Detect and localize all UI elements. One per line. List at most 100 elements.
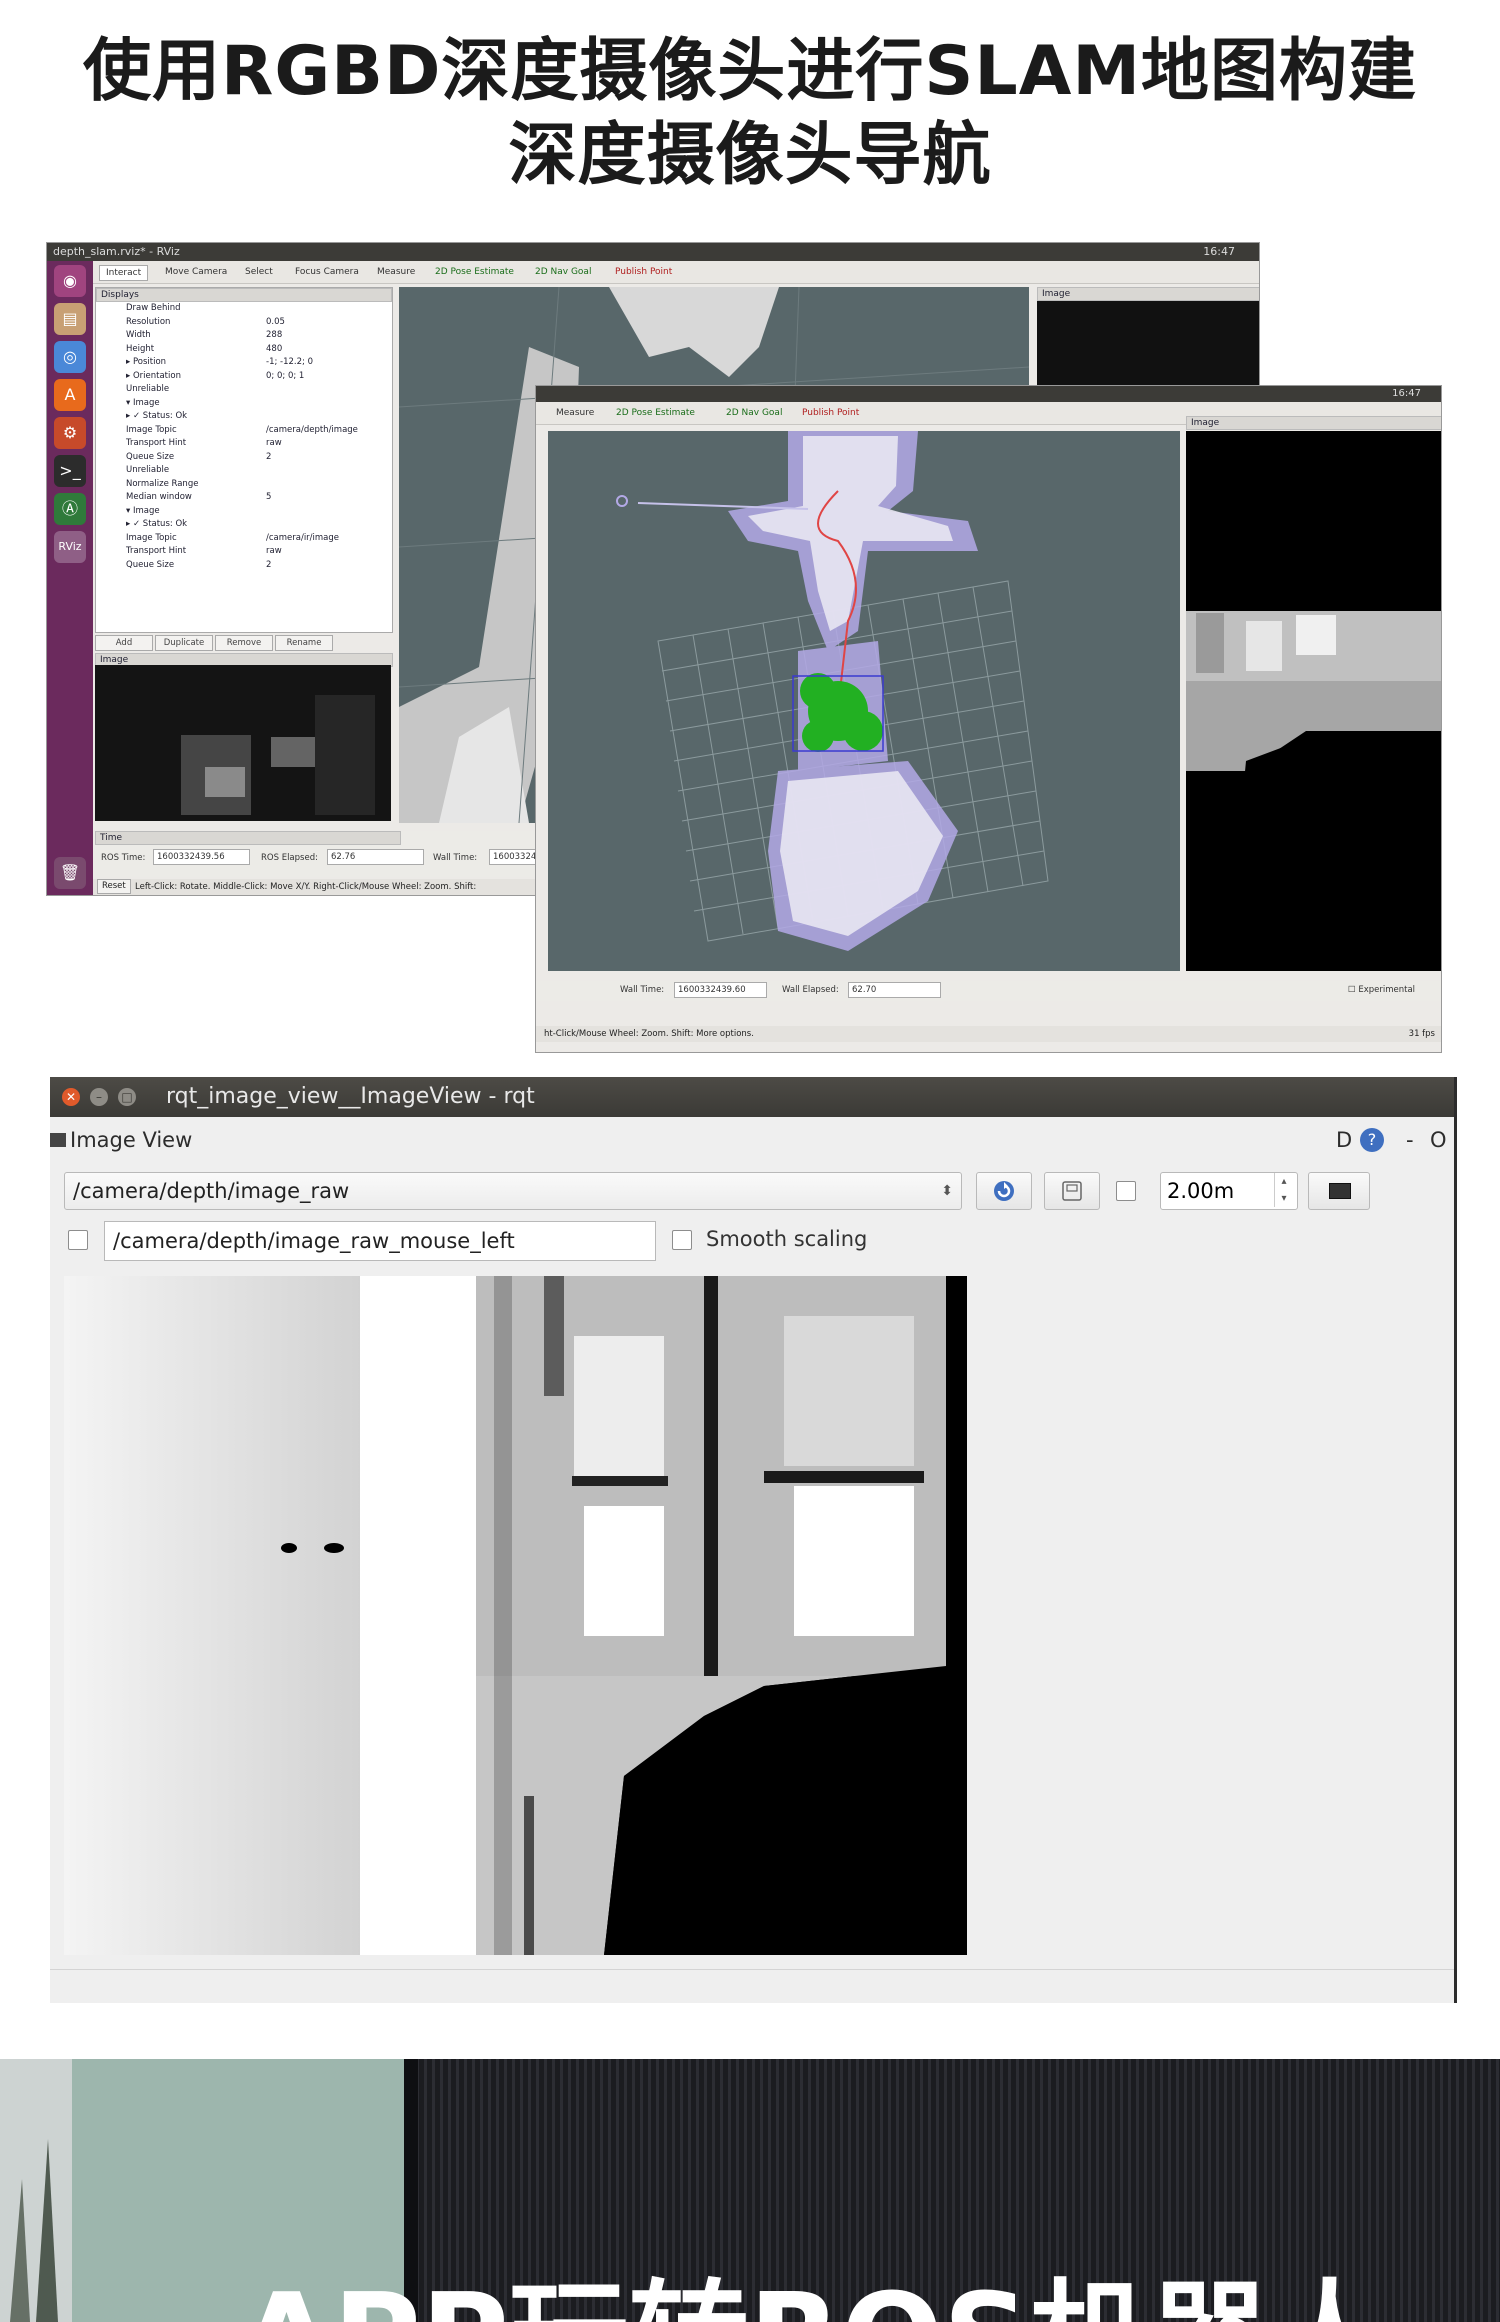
- property-list: Draw Behind Resolution 0.05 Width 288 Height 4…: [96, 302, 392, 572]
- reset-button[interactable]: Reset: [97, 879, 131, 894]
- property-row[interactable]: Median window 5: [96, 491, 392, 505]
- property-row[interactable]: Image Topic/camera/depth/image: [96, 424, 392, 438]
- color-scheme-button[interactable]: [1308, 1172, 1370, 1210]
- property-key: ▸ ✓ Status: Ok: [126, 519, 188, 529]
- remove-button[interactable]: Remove: [215, 635, 273, 651]
- trash-icon[interactable]: 🗑: [54, 857, 86, 889]
- save-image-button[interactable]: [1044, 1172, 1100, 1210]
- property-value: /camera/depth/image: [266, 424, 358, 435]
- rename-button[interactable]: Rename: [275, 635, 333, 651]
- dock-d-button[interactable]: D: [1336, 1125, 1352, 1155]
- property-value: 480: [266, 343, 283, 354]
- spin-arrows-icon[interactable]: ▴ ▾: [1274, 1173, 1293, 1207]
- experimental-checkbox[interactable]: ☐ Experimental: [1348, 985, 1415, 995]
- page-heading: 使用RGBD深度摄像头进行SLAM地图构建 深度摄像头导航: [0, 30, 1500, 198]
- tool-measure[interactable]: Measure: [371, 265, 421, 279]
- tool2-measure[interactable]: Measure: [550, 406, 600, 420]
- tool-select[interactable]: Select: [239, 265, 279, 279]
- duplicate-button[interactable]: Duplicate: [155, 635, 213, 651]
- depth-image-display[interactable]: [64, 1276, 967, 1955]
- property-row[interactable]: Height 480: [96, 343, 392, 357]
- topic-dropdown[interactable]: /camera/depth/image_raw ⬍: [64, 1172, 962, 1210]
- rqt-title-bar: ✕ – □ rqt_image_view__ImageView - rqt: [50, 1077, 1454, 1117]
- property-row[interactable]: Unreliable: [96, 383, 392, 397]
- mouse-topic-input[interactable]: /camera/depth/image_raw_mouse_left: [104, 1221, 656, 1261]
- property-key: Unreliable: [126, 384, 170, 394]
- property-key: ▸ Orientation: [126, 370, 181, 381]
- maximize-icon[interactable]: □: [118, 1088, 136, 1106]
- property-row[interactable]: ▸ ✓ Status: Ok: [96, 518, 392, 532]
- property-value: raw: [266, 438, 282, 448]
- rviz2-map-view[interactable]: [548, 431, 1180, 971]
- browser-icon[interactable]: ◎: [54, 341, 86, 373]
- tool-2d-nav-goal[interactable]: 2D Nav Goal: [529, 265, 597, 279]
- property-key: Image Topic: [126, 532, 177, 543]
- max-range-value: 2.00m: [1167, 1179, 1235, 1203]
- wall-time-label: Wall Time:: [433, 853, 478, 863]
- displays-buttons: Add Duplicate Remove Rename: [95, 635, 391, 651]
- ros-elapsed-field[interactable]: 62.76: [327, 849, 424, 865]
- rviz2-wall-time-field[interactable]: 1600332439.60: [674, 982, 767, 998]
- ros-time-field[interactable]: 1600332439.56: [153, 849, 250, 865]
- property-row[interactable]: ▸ Orientation 0; 0; 0; 1: [96, 370, 392, 384]
- image-view-dock-header: Image View D ? - O: [50, 1125, 1454, 1155]
- property-key: ▾ Image: [126, 505, 160, 516]
- smooth-scaling-checkbox[interactable]: [672, 1230, 692, 1250]
- property-value: 0.05: [266, 316, 285, 327]
- tool-publish-point[interactable]: Publish Point: [609, 265, 678, 279]
- property-row[interactable]: Normalize Range: [96, 478, 392, 492]
- property-row[interactable]: Transport Hint raw: [96, 545, 392, 559]
- property-row[interactable]: ▾ Image: [96, 505, 392, 519]
- dynamic-range-checkbox[interactable]: [1116, 1181, 1136, 1201]
- app-icon[interactable]: Ⓐ: [54, 493, 86, 525]
- tool2-publish-point[interactable]: Publish Point: [796, 406, 865, 420]
- mouse-publish-checkbox[interactable]: [68, 1230, 88, 1250]
- property-row[interactable]: Transport Hint raw: [96, 437, 392, 451]
- property-value: 288: [266, 330, 283, 340]
- rviz-icon[interactable]: RViz: [54, 531, 86, 563]
- rviz2-wall-elapsed-field[interactable]: 62.70: [848, 982, 941, 998]
- minimize-icon[interactable]: –: [90, 1088, 108, 1106]
- tool2-2d-nav-goal[interactable]: 2D Nav Goal: [720, 406, 788, 420]
- tool-interact[interactable]: Interact: [99, 265, 149, 281]
- property-row[interactable]: ▸ Position -1; -12.2; 0: [96, 356, 392, 370]
- tool-move-camera[interactable]: Move Camera: [159, 265, 233, 279]
- files-icon[interactable]: ▤: [54, 303, 86, 335]
- property-row[interactable]: Draw Behind: [96, 302, 392, 316]
- max-range-spinbox[interactable]: 2.00m ▴ ▾: [1160, 1172, 1298, 1210]
- property-row[interactable]: Queue Size 2: [96, 559, 392, 573]
- property-row[interactable]: Unreliable: [96, 464, 392, 478]
- tool-2d-pose-estimate[interactable]: 2D Pose Estimate: [429, 265, 520, 279]
- banner-text: APP玩转ROS机器人: [240, 2269, 1390, 2322]
- rviz2-status-bar: ht-Click/Mouse Wheel: Zoom. Shift: More …: [536, 1026, 1441, 1042]
- displays-panel-header: Displays: [96, 288, 392, 302]
- add-button[interactable]: Add: [95, 635, 153, 651]
- tool2-2d-pose-estimate[interactable]: 2D Pose Estimate: [610, 406, 701, 420]
- ir-image: [95, 665, 391, 821]
- property-row[interactable]: Image Topic/camera/ir/image: [96, 532, 392, 546]
- property-row[interactable]: ▾ Image: [96, 397, 392, 411]
- property-row[interactable]: Resolution 0.05: [96, 316, 392, 330]
- dash-icon[interactable]: ◉: [54, 265, 86, 297]
- smooth-scaling-label: Smooth scaling: [706, 1227, 868, 1251]
- property-row[interactable]: Width 288: [96, 329, 392, 343]
- property-row[interactable]: Queue Size 2: [96, 451, 392, 465]
- refresh-button[interactable]: [976, 1172, 1032, 1210]
- ir-image-view: [95, 665, 391, 821]
- property-key: Transport Hint: [126, 546, 187, 556]
- dock-float-icon[interactable]: O: [1430, 1125, 1447, 1155]
- fps-indicator: 31 fps: [1408, 1029, 1435, 1039]
- close-icon[interactable]: ✕: [62, 1088, 80, 1106]
- rqt-window: ✕ – □ rqt_image_view__ImageView - rqt Im…: [50, 1077, 1457, 2003]
- ros-time-label: ROS Time:: [101, 853, 146, 863]
- rviz2-clock: 16:47: [1392, 388, 1421, 399]
- dock-minimize-icon[interactable]: -: [1406, 1125, 1414, 1155]
- property-row[interactable]: ▸ ✓ Status: Ok: [96, 410, 392, 424]
- help-icon[interactable]: ?: [1360, 1128, 1384, 1152]
- topic-dropdown-value: /camera/depth/image_raw: [73, 1179, 350, 1203]
- rviz-toolbar: Interact Move Camera Select Focus Camera…: [93, 261, 1259, 284]
- software-center-icon[interactable]: A: [54, 379, 86, 411]
- terminal-icon[interactable]: >_: [54, 455, 86, 487]
- tool-focus-camera[interactable]: Focus Camera: [289, 265, 365, 279]
- settings-icon[interactable]: ⚙: [54, 417, 86, 449]
